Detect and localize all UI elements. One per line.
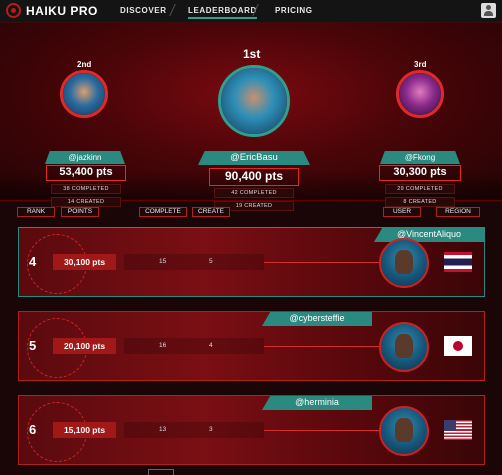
handle-ribbon-jazkinn[interactable]: @jazkinn [45, 151, 125, 164]
handle-ribbon-fkong[interactable]: @Fkong [380, 151, 460, 164]
row-stats-band [124, 338, 264, 354]
leaderboard-row-5[interactable]: @cybersteffie 5 20,100 pts 16 4 [18, 311, 485, 381]
rank-label-2nd: 2nd [77, 60, 92, 69]
row-complete-count: 15 [159, 258, 167, 265]
header-complete-button[interactable]: COMPLETE [139, 207, 187, 217]
haiku-logo-icon[interactable] [6, 3, 21, 18]
completed-stat-ericbasu: 42 COMPLETED [214, 188, 294, 198]
nav-pricing[interactable]: PRICING [275, 6, 313, 15]
completed-stat-jazkinn: 38 COMPLETED [51, 184, 121, 194]
row-points: 15,100 pts [53, 422, 116, 438]
row-points: 20,100 pts [53, 338, 116, 354]
avatar-fkong[interactable] [396, 70, 444, 118]
header-user-button[interactable]: USER [383, 207, 421, 217]
row-stats-band [124, 422, 264, 438]
top-nav-bar: HAIKU PRO DISCOVER LEADERBOARD PRICING [0, 0, 502, 23]
row-connector-line [264, 346, 379, 347]
brand-name[interactable]: HAIKU PRO [26, 4, 98, 18]
row-rank: 5 [29, 338, 37, 353]
row-stats-band [124, 254, 264, 270]
row-rank: 4 [29, 254, 37, 269]
row-create-count: 4 [209, 342, 213, 349]
japan-flag-icon [444, 336, 472, 356]
thailand-flag-icon [444, 252, 472, 272]
points-box-ericbasu: 90,400 pts [209, 168, 299, 186]
row-connector-line [264, 262, 379, 263]
row-user-avatar[interactable] [379, 322, 429, 372]
points-box-fkong: 30,300 pts [379, 165, 461, 181]
points-box-jazkinn: 53,400 pts [46, 165, 126, 181]
completed-stat-fkong: 29 COMPLETED [385, 184, 455, 194]
avatar-jazkinn[interactable] [60, 70, 108, 118]
row-user-avatar[interactable] [379, 238, 429, 288]
rank-label-3rd: 3rd [414, 60, 427, 69]
created-stat-jazkinn: 14 CREATED [51, 197, 121, 207]
avatar-ericbasu[interactable] [218, 65, 290, 137]
header-points-button[interactable]: POINTS [61, 207, 99, 217]
leaderboard-row-6[interactable]: @herminia 6 15,100 pts 13 3 [18, 395, 485, 465]
row-complete-count: 16 [159, 342, 167, 349]
handle-ribbon-ericbasu[interactable]: @EricBasu [198, 151, 310, 165]
header-rank-button[interactable]: RANK [17, 207, 55, 217]
leaderboard-row-4[interactable]: @VincentAliquo 4 30,100 pts 15 5 [18, 227, 485, 297]
row-handle-tab[interactable]: @cybersteffie [262, 312, 372, 326]
nav-discover[interactable]: DISCOVER [120, 6, 167, 15]
usa-flag-icon [444, 420, 472, 440]
row-complete-count: 13 [159, 426, 167, 433]
row-user-avatar[interactable] [379, 406, 429, 456]
podium-section: 2nd @jazkinn 53,400 pts 38 COMPLETED 14 … [0, 23, 502, 211]
row-connector-line [264, 430, 379, 431]
header-create-button[interactable]: CREATE [192, 207, 230, 217]
row-points: 30,100 pts [53, 254, 116, 270]
row-rank: 6 [29, 422, 37, 437]
rank-label-1st: 1st [243, 47, 261, 61]
pagination-tab[interactable] [148, 469, 174, 475]
header-region-button[interactable]: REGION [436, 207, 480, 217]
user-account-icon[interactable] [481, 3, 496, 18]
row-create-count: 5 [209, 258, 213, 265]
row-handle-tab[interactable]: @herminia [262, 396, 372, 410]
nav-leaderboard[interactable]: LEADERBOARD [188, 6, 257, 19]
row-create-count: 3 [209, 426, 213, 433]
row-handle-tab[interactable]: @VincentAliquo [374, 228, 484, 242]
created-stat-fkong: 8 CREATED [385, 197, 455, 207]
nav-divider [169, 4, 176, 16]
